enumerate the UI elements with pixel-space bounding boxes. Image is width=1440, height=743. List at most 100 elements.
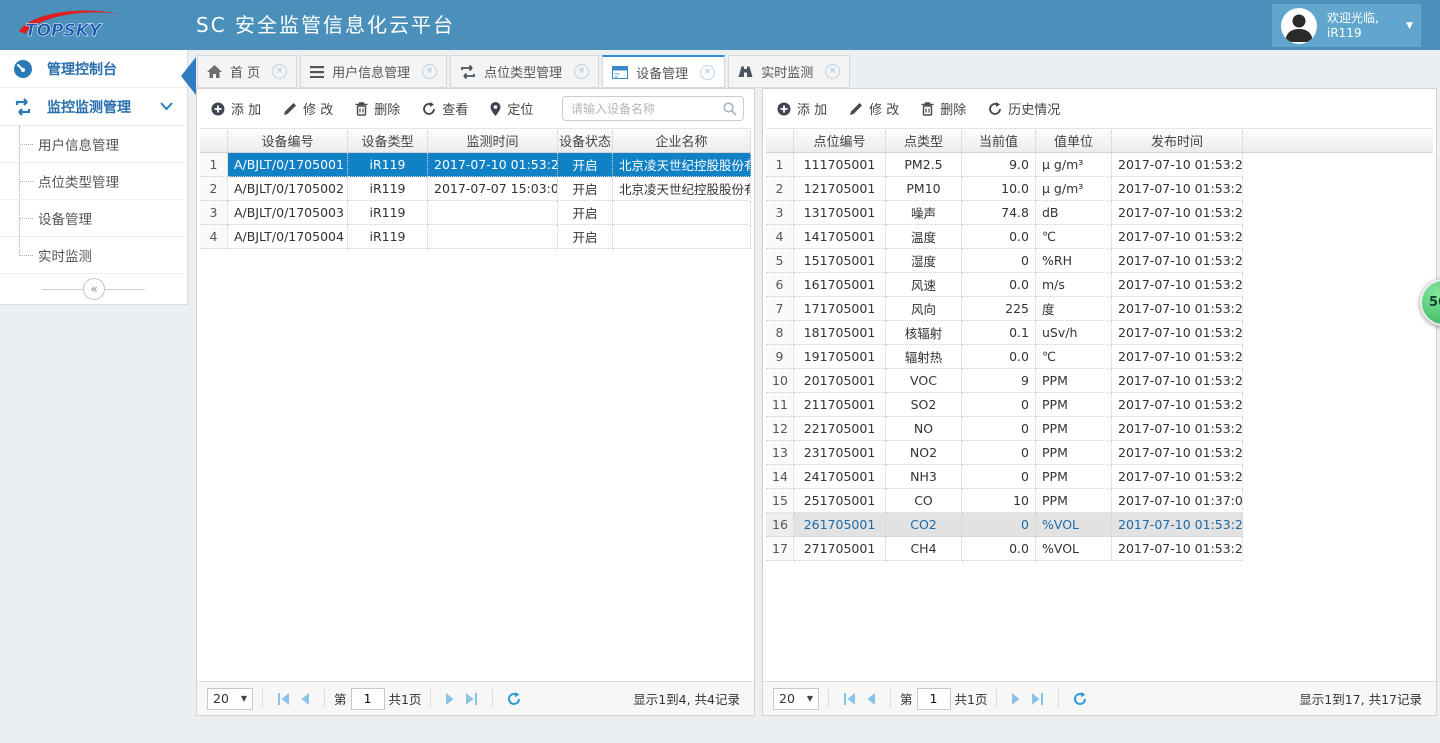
table-cell[interactable]: A/BJLT/0/1705001 [228,153,348,177]
table-cell[interactable] [1243,537,1433,561]
table-cell[interactable]: 151705001 [794,249,886,273]
table-cell[interactable]: 温度 [886,225,962,249]
column-header[interactable]: 企业名称 [613,128,751,153]
column-header[interactable]: 点类型 [886,128,962,153]
table-cell[interactable]: 2 [766,177,794,201]
table-cell[interactable]: PPM [1036,489,1112,513]
table-cell[interactable]: 0 [962,417,1036,441]
table-cell[interactable]: SO2 [886,393,962,417]
table-cell[interactable] [1243,225,1433,249]
table-cell[interactable]: 201705001 [794,369,886,393]
table-cell[interactable]: A/BJLT/0/1705004 [228,225,348,249]
sidebar-item-console[interactable]: 管理控制台 [0,50,187,88]
table-cell[interactable]: 6 [766,273,794,297]
table-cell[interactable]: 2017-07-10 01:53:21 [1112,321,1243,345]
table-cell[interactable]: 2017-07-10 01:53:21 [1112,297,1243,321]
sidebar-toggle-arrow[interactable] [181,57,196,95]
table-cell[interactable]: 0.0 [962,537,1036,561]
table-cell[interactable]: 1 [200,153,228,177]
table-cell[interactable] [1243,417,1433,441]
delete-button[interactable]: 删除 [355,99,400,118]
table-cell[interactable]: ℃ [1036,225,1112,249]
page-size-select[interactable]: 20 ▼ [207,688,253,710]
page-number-input[interactable] [351,688,385,710]
table-cell[interactable]: 12 [766,417,794,441]
table-cell[interactable]: 2017-07-10 01:53:22 [1112,225,1243,249]
table-row[interactable]: 8181705001核辐射0.1uSv/h2017-07-10 01:53:21 [766,321,1433,345]
table-cell[interactable]: 噪声 [886,201,962,225]
table-cell[interactable]: 2 [200,177,228,201]
table-cell[interactable]: 14 [766,465,794,489]
table-cell[interactable]: 风向 [886,297,962,321]
edit-button[interactable]: 修 改 [283,99,333,118]
table-cell[interactable]: 2017-07-10 01:53:21 [1112,537,1243,561]
column-header[interactable]: 点位编号 [794,128,886,153]
table-row[interactable]: 13231705001NO20PPM2017-07-10 01:53:22 [766,441,1433,465]
sidebar-item-point-type[interactable]: 点位类型管理 [0,163,187,200]
table-cell[interactable]: 9.0 [962,153,1036,177]
column-header[interactable]: 设备类型 [348,128,428,153]
table-cell[interactable] [1243,345,1433,369]
table-cell[interactable]: 10 [962,489,1036,513]
table-cell[interactable]: 4 [766,225,794,249]
table-cell[interactable]: 251705001 [794,489,886,513]
column-header[interactable] [1243,128,1433,153]
table-row[interactable]: 4A/BJLT/0/1705004iR119开启 [200,225,751,249]
tab-home[interactable]: 首 页 × [197,55,297,88]
table-cell[interactable]: 7 [766,297,794,321]
table-cell[interactable]: 5 [766,249,794,273]
table-cell[interactable]: PPM [1036,369,1112,393]
user-menu[interactable]: 欢迎光临, iR119 ▼ [1272,4,1421,47]
tab-device[interactable]: 设备管理 × [602,55,725,88]
sidebar-item-user-info[interactable]: 用户信息管理 [0,126,187,163]
table-row[interactable]: 7171705001风向225度2017-07-10 01:53:21 [766,297,1433,321]
table-cell[interactable]: PPM [1036,393,1112,417]
table-row[interactable]: 4141705001温度0.0℃2017-07-10 01:53:22 [766,225,1433,249]
sidebar-item-device[interactable]: 设备管理 [0,200,187,237]
table-cell[interactable]: 2017-07-10 01:53:21 [1112,345,1243,369]
table-cell[interactable]: PM2.5 [886,153,962,177]
table-cell[interactable]: 0 [962,249,1036,273]
search-input[interactable] [562,96,744,121]
table-cell[interactable]: 141705001 [794,225,886,249]
table-cell[interactable]: 2017-07-10 01:53:22 [428,153,558,177]
column-header[interactable]: 值单位 [1036,128,1112,153]
locate-button[interactable]: 定位 [490,99,533,118]
last-page-button[interactable] [465,693,478,705]
table-row[interactable]: 17271705001CH40.0%VOL2017-07-10 01:53:21 [766,537,1433,561]
table-cell[interactable]: PPM [1036,417,1112,441]
table-cell[interactable]: 2017-07-10 01:53:22 [1112,153,1243,177]
table-cell[interactable]: %VOL [1036,513,1112,537]
table-cell[interactable]: PPM [1036,465,1112,489]
table-row[interactable]: 12221705001NO0PPM2017-07-10 01:53:21 [766,417,1433,441]
table-cell[interactable]: 0.1 [962,321,1036,345]
table-cell[interactable]: 161705001 [794,273,886,297]
table-cell[interactable]: 核辐射 [886,321,962,345]
reload-icon[interactable] [507,692,521,706]
table-cell[interactable]: 271705001 [794,537,886,561]
table-cell[interactable]: CO2 [886,513,962,537]
close-icon[interactable]: × [825,64,840,79]
table-cell[interactable]: 16 [766,513,794,537]
table-cell[interactable]: 2017-07-10 01:53:22 [1112,513,1243,537]
table-row[interactable]: 14241705001NH30PPM2017-07-10 01:53:21 [766,465,1433,489]
table-row[interactable]: 16261705001CO20%VOL2017-07-10 01:53:22 [766,513,1433,537]
table-cell[interactable]: %RH [1036,249,1112,273]
table-cell[interactable]: 0.0 [962,273,1036,297]
table-cell[interactable]: 2017-07-07 15:03:05 [428,177,558,201]
table-cell[interactable]: uSv/h [1036,321,1112,345]
page-size-select[interactable]: 20 ▼ [773,688,819,710]
table-cell[interactable]: 2017-07-10 01:37:01 [1112,489,1243,513]
table-cell[interactable]: 0 [962,513,1036,537]
search-icon[interactable] [723,102,737,116]
close-icon[interactable]: × [574,64,589,79]
column-header[interactable]: 发布时间 [1112,128,1243,153]
table-cell[interactable]: 131705001 [794,201,886,225]
table-row[interactable]: 1111705001PM2.59.0μ g/m³2017-07-10 01:53… [766,153,1433,177]
table-cell[interactable]: 2017-07-10 01:53:22 [1112,441,1243,465]
column-header[interactable]: 当前值 [962,128,1036,153]
table-row[interactable]: 9191705001辐射热0.0℃2017-07-10 01:53:21 [766,345,1433,369]
table-cell[interactable] [1243,489,1433,513]
delete-button[interactable]: 删除 [921,99,966,118]
table-cell[interactable]: 0.0 [962,345,1036,369]
